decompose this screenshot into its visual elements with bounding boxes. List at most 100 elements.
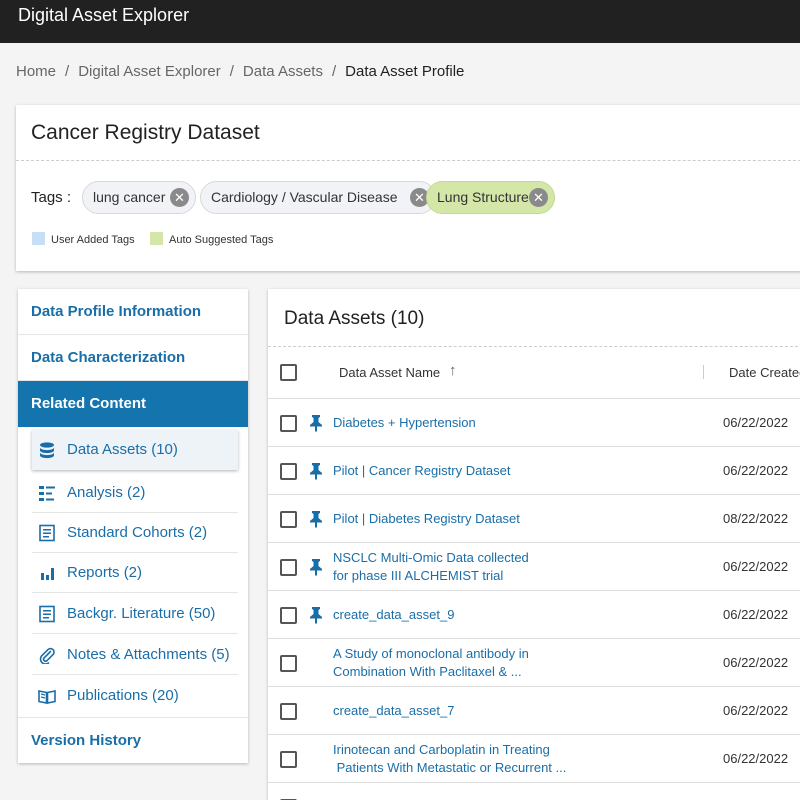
breadcrumb-home[interactable]: Home bbox=[16, 63, 56, 80]
breadcrumb-data-assets[interactable]: Data Assets bbox=[243, 63, 323, 80]
sidebar-item-data-profile[interactable]: Data Profile Information bbox=[18, 289, 248, 335]
sidebar-subitem-background-literature[interactable]: Backgr. Literature (50) bbox=[32, 594, 238, 634]
top-app-bar: Digital Asset Explorer bbox=[0, 0, 800, 43]
row-checkbox[interactable] bbox=[280, 703, 297, 720]
row-checkbox[interactable] bbox=[280, 607, 297, 624]
data-assets-title: Data Assets (10) bbox=[284, 308, 425, 329]
auto-tag-swatch bbox=[150, 232, 163, 245]
data-asset-name-link[interactable]: create_data_asset_7 bbox=[333, 702, 454, 720]
row-checkbox[interactable] bbox=[280, 463, 297, 480]
row-checkbox[interactable] bbox=[280, 415, 297, 432]
date-created: 06/22/2022 bbox=[723, 607, 789, 622]
sidebar-item-related-content[interactable]: Related Content bbox=[18, 381, 248, 427]
sidebar-subitem-publications[interactable]: Publications (20) bbox=[32, 676, 238, 716]
pin-icon[interactable] bbox=[308, 510, 324, 528]
data-asset-name-link[interactable]: create_data_asset_9 bbox=[333, 606, 454, 624]
data-asset-name-link[interactable]: Diabetes + Hypertension bbox=[333, 414, 476, 432]
table-row[interactable]: Trial of Anti-Cancer Therapy in Patients bbox=[268, 783, 800, 800]
sidebar-subitem-notes-attachments[interactable]: Notes & Attachments (5) bbox=[32, 635, 238, 675]
data-asset-name-link[interactable]: Pilot | Diabetes Registry Dataset bbox=[333, 510, 520, 528]
data-asset-name-line: Combination With Paclitaxel & ... bbox=[333, 664, 522, 679]
document-icon bbox=[39, 605, 55, 623]
breadcrumb-separator: / bbox=[229, 63, 234, 80]
data-asset-name-line: create_data_asset_9 bbox=[333, 607, 455, 622]
date-created: 06/22/2022 bbox=[723, 655, 789, 670]
column-header-date[interactable]: Date Created bbox=[729, 365, 800, 380]
sidebar-subitem-analysis[interactable]: Analysis (2) bbox=[32, 473, 238, 513]
profile-card: Cancer Registry Dataset Tags : lung canc… bbox=[16, 105, 800, 271]
data-asset-name-line: Pilot | Cancer Registry Dataset bbox=[333, 463, 511, 478]
column-header-name[interactable]: Data Asset Name bbox=[339, 365, 440, 380]
table-row[interactable]: Irinotecan and Carboplatin in Treating P… bbox=[268, 735, 800, 783]
tag-chip-lung-cancer: lung cancer ✕ bbox=[82, 181, 196, 214]
column-separator bbox=[703, 365, 704, 379]
legend-auto-suggested: Auto Suggested Tags bbox=[150, 232, 273, 246]
breadcrumb-current: Data Asset Profile bbox=[345, 63, 465, 80]
data-asset-name-line: A Study of monoclonal antibody in bbox=[333, 646, 529, 661]
table-row[interactable]: A Study of monoclonal antibody in Combina… bbox=[268, 639, 800, 687]
table-header: Data Asset Name ↑ Date Created bbox=[268, 347, 800, 399]
data-asset-name-line: Patients With Metastatic or Recurrent ..… bbox=[333, 760, 567, 775]
row-checkbox[interactable] bbox=[280, 559, 297, 576]
tag-label: Lung Structure bbox=[437, 189, 529, 205]
remove-tag-icon[interactable]: ✕ bbox=[529, 188, 548, 207]
sidebar-subitem-label: Backgr. Literature (50) bbox=[67, 605, 216, 622]
date-created: 06/22/2022 bbox=[723, 703, 789, 718]
remove-tag-icon[interactable]: ✕ bbox=[170, 188, 189, 207]
sidebar-subitem-standard-cohorts[interactable]: Standard Cohorts (2) bbox=[32, 513, 238, 553]
date-created: 06/22/2022 bbox=[723, 751, 789, 766]
sidebar-subitem-label: Notes & Attachments (5) bbox=[67, 646, 230, 663]
table-row[interactable]: NSCLC Multi-Omic Data collected for phase… bbox=[268, 543, 800, 591]
document-icon bbox=[39, 524, 55, 542]
date-created: 06/22/2022 bbox=[723, 559, 789, 574]
data-asset-name-link[interactable]: Pilot | Cancer Registry Dataset bbox=[333, 462, 511, 480]
legend-user-added: User Added Tags bbox=[32, 232, 135, 246]
data-asset-name-link[interactable]: Irinotecan and Carboplatin in Treating P… bbox=[333, 741, 566, 777]
legend-label: Auto Suggested Tags bbox=[169, 234, 274, 246]
sidebar-subitem-label: Reports (2) bbox=[67, 564, 143, 581]
row-checkbox[interactable] bbox=[280, 511, 297, 528]
date-created: 06/22/2022 bbox=[723, 463, 789, 478]
sidebar-item-data-characterization[interactable]: Data Characterization bbox=[18, 335, 248, 381]
table-row[interactable]: Pilot | Cancer Registry Dataset 06/22/202… bbox=[268, 447, 800, 495]
pin-icon[interactable] bbox=[308, 606, 324, 624]
breadcrumb-digital-asset-explorer[interactable]: Digital Asset Explorer bbox=[78, 63, 221, 80]
analysis-icon bbox=[39, 486, 55, 501]
table-row[interactable]: Pilot | Diabetes Registry Dataset 08/22/2… bbox=[268, 495, 800, 543]
row-checkbox[interactable] bbox=[280, 655, 297, 672]
tag-label: Cardiology / Vascular Disease bbox=[211, 189, 398, 205]
select-all-checkbox[interactable] bbox=[280, 364, 297, 381]
breadcrumb-separator: / bbox=[331, 63, 337, 80]
date-created: 06/22/2022 bbox=[723, 415, 789, 430]
app-title: Digital Asset Explorer bbox=[18, 5, 190, 25]
divider bbox=[16, 160, 800, 161]
tag-chip-lung-structure: Lung Structure ✕ bbox=[426, 181, 555, 214]
sidebar-item-version-history[interactable]: Version History bbox=[18, 717, 248, 763]
tag-chip-cardiology: Cardiology / Vascular Disease ✕ bbox=[200, 181, 436, 214]
breadcrumb-separator: / bbox=[65, 63, 70, 80]
sidebar-subitem-reports[interactable]: Reports (2) bbox=[32, 553, 238, 593]
bar-chart-icon bbox=[41, 568, 54, 580]
pin-icon[interactable] bbox=[308, 462, 324, 480]
data-asset-name-line: for phase III ALCHEMIST trial bbox=[333, 568, 504, 583]
data-asset-name-link[interactable]: A Study of monoclonal antibody in Combina… bbox=[333, 645, 529, 681]
paperclip-icon bbox=[39, 647, 55, 664]
sort-ascending-icon[interactable]: ↑ bbox=[449, 362, 457, 379]
sidebar: Data Profile Information Data Characteri… bbox=[18, 289, 248, 763]
sidebar-subitem-label: Standard Cohorts (2) bbox=[67, 524, 208, 541]
data-asset-name-line: Diabetes + Hypertension bbox=[333, 415, 476, 430]
table-row[interactable]: create_data_asset_7 06/22/2022 bbox=[268, 687, 800, 735]
tag-label: lung cancer bbox=[93, 189, 166, 205]
data-asset-name-line: Pilot | Diabetes Registry Dataset bbox=[333, 511, 520, 526]
table-row[interactable]: Diabetes + Hypertension 06/22/2022 bbox=[268, 399, 800, 447]
pin-icon[interactable] bbox=[308, 414, 324, 432]
sidebar-subitem-data-assets[interactable]: Data Assets (10) bbox=[32, 430, 238, 470]
date-created: 08/22/2022 bbox=[723, 511, 789, 526]
data-asset-name-line: create_data_asset_7 bbox=[333, 703, 455, 718]
data-asset-name-link[interactable]: NSCLC Multi-Omic Data collected for phase… bbox=[333, 549, 529, 585]
table-row[interactable]: create_data_asset_9 06/22/2022 bbox=[268, 591, 800, 639]
pin-icon[interactable] bbox=[308, 558, 324, 576]
row-checkbox[interactable] bbox=[280, 751, 297, 768]
user-tag-swatch bbox=[32, 232, 45, 245]
data-asset-name-line: Irinotecan and Carboplatin in Treating bbox=[333, 742, 550, 757]
